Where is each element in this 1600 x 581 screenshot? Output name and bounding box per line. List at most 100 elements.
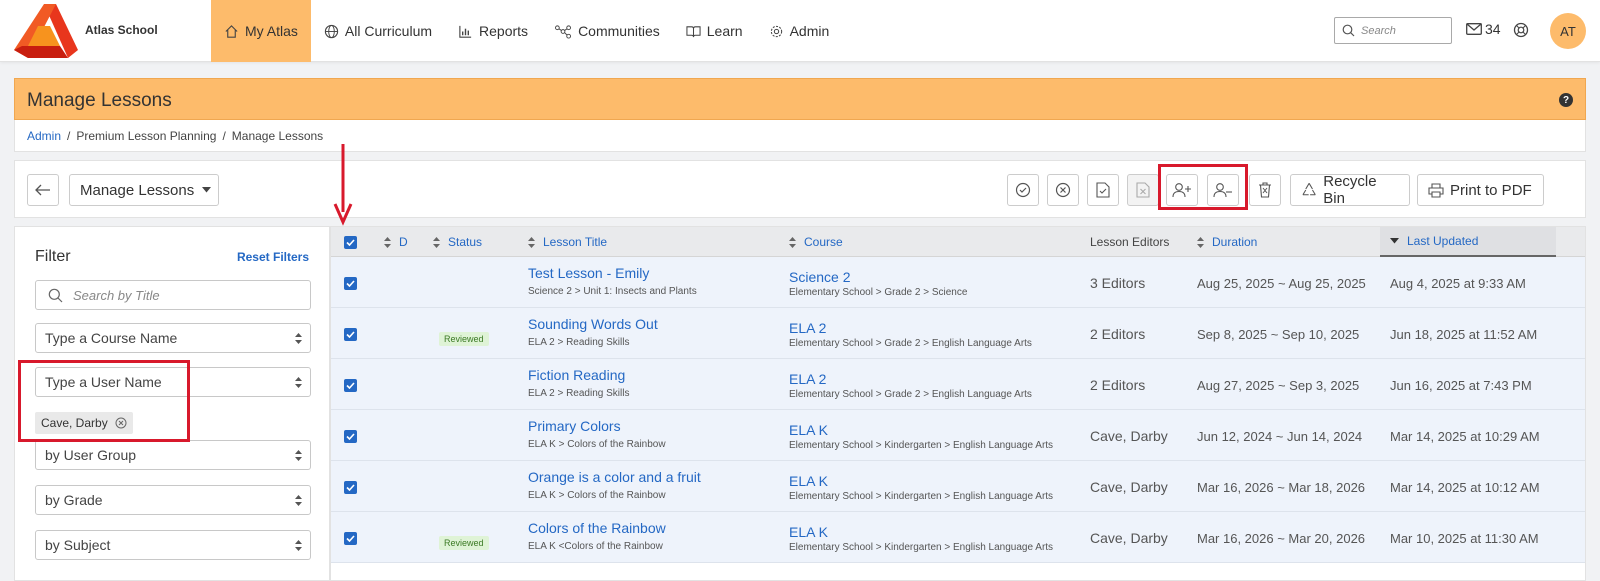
course-name-select[interactable]: Type a Course Name	[35, 323, 311, 353]
column-duration[interactable]: Duration	[1197, 227, 1257, 257]
lesson-title-link[interactable]: Fiction Reading	[528, 367, 629, 383]
subject-select[interactable]: by Subject	[35, 530, 311, 560]
column-last-updated[interactable]: Last Updated	[1380, 227, 1556, 257]
nav-communities[interactable]: Communities	[541, 0, 673, 62]
print-to-pdf-button[interactable]: Print to PDF	[1417, 174, 1544, 206]
last-updated: Mar 14, 2025 at 10:12 AM	[1390, 480, 1540, 495]
grade-select[interactable]: by Grade	[35, 485, 311, 515]
row-checkbox[interactable]	[344, 532, 357, 545]
lesson-title-cell: Test Lesson - Emily Science 2 > Unit 1: …	[528, 265, 697, 297]
title-search-field[interactable]: Search by Title	[35, 280, 311, 310]
lesson-title-link[interactable]: Colors of the Rainbow	[528, 520, 666, 536]
table-row[interactable]: Reviewed Colors of the Rainbow ELA K <Co…	[331, 512, 1585, 563]
user-group-select[interactable]: by User Group	[35, 440, 311, 470]
row-checkbox[interactable]	[344, 328, 357, 341]
editor-buttons-highlight	[1158, 164, 1248, 210]
grade-placeholder: by Grade	[45, 492, 103, 508]
checkmark-icon	[346, 331, 355, 338]
breadcrumb-premium-lesson-planning: Premium Lesson Planning	[76, 128, 217, 143]
course-link[interactable]: ELA K	[789, 422, 1053, 438]
course-cell: Science 2 Elementary School > Grade 2 > …	[789, 269, 967, 298]
column-lesson-title[interactable]: Lesson Title	[528, 227, 607, 257]
user-group-placeholder: by User Group	[45, 447, 137, 463]
column-label: Lesson Title	[543, 235, 608, 249]
search-input[interactable]	[1361, 24, 1441, 37]
nav-label: My Atlas	[245, 23, 298, 39]
mail-count: 34	[1485, 21, 1501, 37]
course-link[interactable]: ELA 2	[789, 371, 1032, 387]
course-name-placeholder: Type a Course Name	[45, 330, 178, 346]
course-link[interactable]: ELA K	[789, 524, 1053, 540]
page-header: Manage Lessons ?	[14, 78, 1586, 120]
table-row[interactable]: Primary Colors ELA K > Colors of the Rai…	[331, 410, 1585, 461]
course-link[interactable]: ELA K	[789, 473, 1053, 489]
lesson-editors: Cave, Darby	[1090, 479, 1168, 495]
export-excel-button[interactable]	[1127, 174, 1159, 206]
recycle-bin-button[interactable]: Recycle Bin	[1290, 173, 1410, 207]
column-label: Duration	[1212, 235, 1258, 249]
help-button[interactable]	[1513, 22, 1529, 38]
nav-admin[interactable]: Admin	[756, 0, 843, 62]
manage-lessons-dropdown[interactable]: Manage Lessons	[69, 174, 219, 206]
reject-button[interactable]	[1047, 174, 1079, 206]
approve-button[interactable]	[1007, 174, 1039, 206]
breadcrumb-admin[interactable]: Admin	[27, 129, 61, 143]
lesson-title-link[interactable]: Primary Colors	[528, 418, 666, 434]
last-updated: Aug 4, 2025 at 9:33 AM	[1390, 276, 1526, 291]
row-checkbox[interactable]	[344, 430, 357, 443]
column-status[interactable]: Status	[433, 227, 482, 257]
file-check-icon	[1096, 182, 1110, 198]
course-cell: ELA K Elementary School > Kindergarten >…	[789, 473, 1053, 502]
sort-icon	[789, 236, 796, 248]
course-link[interactable]: ELA 2	[789, 320, 1032, 336]
column-d[interactable]: D	[384, 227, 408, 257]
checkbox[interactable]	[344, 235, 357, 249]
subject-placeholder: by Subject	[45, 537, 111, 553]
column-label: Last Updated	[1407, 234, 1479, 248]
course-link[interactable]: Science 2	[789, 269, 967, 285]
school-name: Atlas School	[85, 23, 158, 37]
back-button[interactable]	[27, 174, 59, 206]
page-help-icon[interactable]: ?	[1559, 93, 1573, 107]
mail-icon	[1466, 23, 1482, 35]
atlas-logo[interactable]	[14, 4, 78, 58]
lesson-title-cell: Colors of the Rainbow ELA K <Colors of t…	[528, 520, 666, 552]
column-course[interactable]: Course	[789, 227, 843, 257]
annotation-arrow	[333, 142, 353, 226]
select-all-checkbox[interactable]	[344, 227, 357, 257]
search-icon	[48, 288, 63, 302]
duration: Sep 8, 2025 ~ Sep 10, 2025	[1197, 327, 1360, 342]
delete-button[interactable]	[1249, 174, 1281, 206]
breadcrumb: Admin / Premium Lesson Planning / Manage…	[14, 120, 1586, 152]
export-document-button[interactable]	[1087, 174, 1119, 206]
breadcrumb-current: Manage Lessons	[231, 128, 324, 143]
reset-filters-link[interactable]: Reset Filters	[237, 250, 309, 264]
messages-button[interactable]: 34	[1466, 21, 1501, 37]
row-checkbox[interactable]	[344, 481, 357, 494]
user-avatar[interactable]: AT	[1550, 13, 1586, 49]
lesson-path: ELA K > Colors of the Rainbow	[528, 490, 666, 501]
nav-reports[interactable]: Reports	[445, 0, 541, 62]
filter-title: Filter	[35, 248, 71, 265]
global-search[interactable]	[1334, 17, 1452, 44]
row-checkbox[interactable]	[344, 277, 357, 290]
column-lesson-editors: Lesson Editors	[1090, 227, 1169, 257]
lesson-title-cell: Fiction Reading ELA 2 > Reading Skills	[528, 367, 629, 399]
table-row[interactable]: Test Lesson - Emily Science 2 > Unit 1: …	[331, 257, 1585, 308]
nav-label: Learn	[706, 23, 743, 39]
nav-learn[interactable]: Learn	[673, 0, 756, 62]
globe-icon	[324, 24, 339, 38]
table-row[interactable]: Fiction Reading ELA 2 > Reading Skills E…	[331, 359, 1585, 410]
lesson-title-link[interactable]: Test Lesson - Emily	[528, 265, 697, 281]
course-path: Elementary School > Kindergarten > Engli…	[789, 491, 1054, 502]
dropdown-label: Manage Lessons	[80, 181, 195, 199]
lesson-title-link[interactable]: Orange is a color and a fruit	[528, 469, 701, 485]
row-checkbox[interactable]	[344, 379, 357, 392]
nav-all-curriculum[interactable]: All Curriculum	[311, 0, 445, 62]
table-row[interactable]: Reviewed Sounding Words Out ELA 2 > Read…	[331, 308, 1585, 359]
lesson-editors: Cave, Darby	[1090, 428, 1168, 444]
lesson-title-link[interactable]: Sounding Words Out	[528, 316, 658, 332]
nav-my-atlas[interactable]: My Atlas	[211, 0, 311, 62]
nav-label: All Curriculum	[344, 23, 433, 39]
table-row[interactable]: Orange is a color and a fruit ELA K > Co…	[331, 461, 1585, 512]
